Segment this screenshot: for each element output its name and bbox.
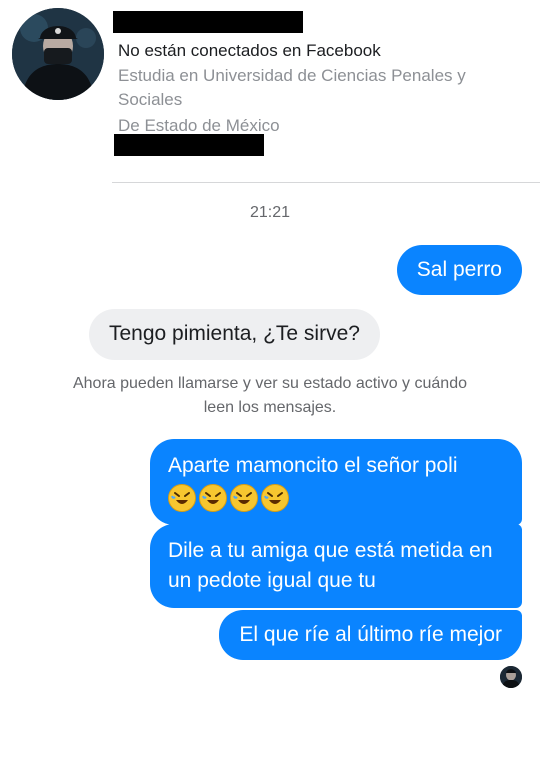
rolling-laughing-emoji-icon	[230, 484, 258, 512]
redacted-name	[113, 11, 303, 33]
rolling-laughing-emoji-icon	[261, 484, 289, 512]
redacted-info	[114, 134, 264, 156]
person-silhouette-icon	[12, 8, 104, 100]
message-bubble-outgoing[interactable]: El que ríe al último ríe mejor	[219, 610, 522, 660]
message-text: Aparte mamoncito el señor poli	[168, 454, 458, 477]
emoji-row	[168, 483, 504, 513]
message-bubble-outgoing[interactable]: Aparte mamoncito el señor poli	[150, 439, 522, 525]
rolling-laughing-emoji-icon	[199, 484, 227, 512]
message-text: Sal perro	[416, 258, 502, 281]
message-bubble-incoming[interactable]: Tengo pimienta, ¿Te sirve?	[89, 309, 380, 360]
seen-avatar-icon	[500, 666, 522, 688]
connection-notice: Ahora pueden llamarse y ver su estado ac…	[72, 375, 467, 416]
education-info: Estudia en Universidad de Ciencias Penal…	[118, 66, 466, 109]
message-timestamp: 21:21	[249, 204, 291, 221]
message-bubble-outgoing[interactable]: Sal perro	[396, 245, 522, 295]
contact-avatar[interactable]	[12, 8, 104, 100]
rolling-laughing-emoji-icon	[168, 484, 196, 512]
profile-header: No están conectados en Facebook Estudia …	[0, 0, 540, 184]
connection-status: No están conectados en Facebook	[118, 41, 381, 60]
message-text: Dile a tu amiga que está metida en un pe…	[168, 539, 493, 592]
header-divider	[112, 182, 540, 183]
message-text: El que ríe al último ríe mejor	[239, 623, 502, 646]
message-bubble-outgoing[interactable]: Dile a tu amiga que está metida en un pe…	[150, 524, 522, 608]
message-text: Tengo pimienta, ¿Te sirve?	[109, 322, 360, 345]
